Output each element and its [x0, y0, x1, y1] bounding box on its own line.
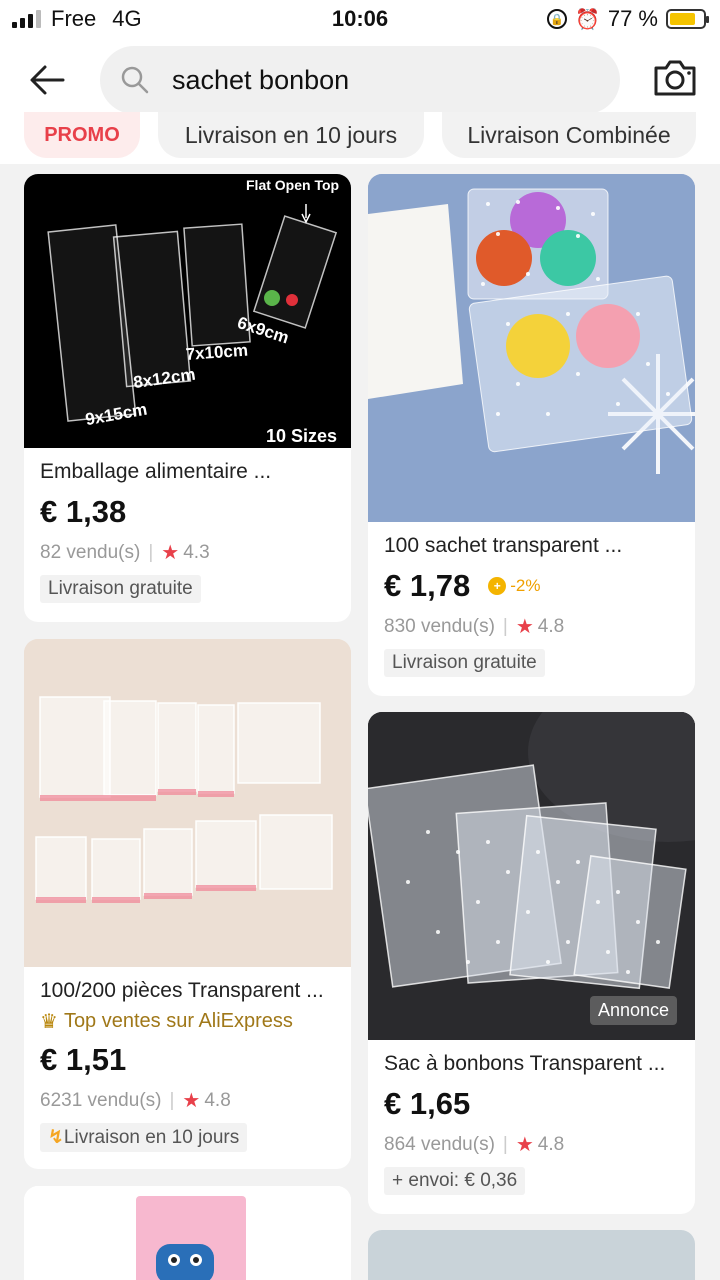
star-icon: ★	[161, 542, 180, 564]
star-icon: ★	[515, 616, 534, 638]
coin-discount: + -2%	[488, 576, 540, 596]
product-stats: 82 vendu(s) | ★ 4.3	[40, 541, 210, 565]
rating: 4.3	[183, 541, 210, 563]
search-header: sachet bonbon	[0, 40, 720, 122]
product-price: € 1,51	[40, 1042, 127, 1077]
product-price: € 1,65	[384, 1086, 471, 1121]
filter-bar: PROMO Livraison en 10 jours Livraison Co…	[0, 112, 720, 164]
product-price: € 1,38	[40, 494, 127, 529]
product-image: Flat Open Top 6x9cm 7x10cm 8x12cm 9x15cm…	[24, 174, 351, 448]
sold-count: 864 vendu(s)	[384, 1133, 495, 1155]
rating: 4.8	[537, 1133, 565, 1155]
battery-icon	[666, 9, 709, 29]
product-image	[368, 1230, 695, 1280]
filter-chip-combined-delivery[interactable]: Livraison Combinée	[442, 112, 696, 158]
search-icon	[121, 66, 149, 94]
product-stats: 830 vendu(s) | ★ 4.8	[384, 615, 565, 639]
product-image	[368, 712, 695, 1040]
sold-count: 6231 vendu(s)	[40, 1089, 162, 1111]
product-card[interactable]	[24, 1186, 351, 1280]
sold-count: 830 vendu(s)	[384, 615, 495, 637]
coin-icon: +	[488, 577, 507, 595]
product-image	[368, 174, 695, 522]
sold-count: 82 vendu(s)	[40, 541, 141, 563]
product-price: € 1,78 + -2%	[384, 568, 541, 603]
search-query-text: sachet bonbon	[172, 64, 350, 95]
status-bar: Free 4G 10:06 🔒 ⏰ 77 %	[0, 0, 720, 40]
rating: 4.8	[537, 615, 565, 637]
crown-icon: ♛	[40, 1011, 58, 1033]
product-title: 100 sachet transparent ...	[384, 534, 623, 557]
alarm-icon: ⏰	[574, 8, 600, 31]
shipping-tag: Livraison gratuite	[40, 575, 201, 603]
ad-label: Annonce	[589, 996, 677, 1025]
product-image	[24, 639, 351, 967]
shipping-tag: ↯Livraison en 10 jours	[40, 1123, 248, 1152]
filter-chip-promo[interactable]: PROMO	[24, 112, 140, 158]
battery-percent: 77 %	[607, 6, 658, 31]
product-card[interactable]: Flat Open Top 6x9cm 7x10cm 8x12cm 9x15cm…	[24, 174, 351, 622]
shipping-tag: Livraison gratuite	[384, 649, 545, 677]
product-title: Sac à bonbons Transparent ...	[384, 1052, 666, 1075]
back-arrow-icon[interactable]	[22, 58, 72, 102]
rotation-lock-icon: 🔒	[546, 9, 567, 29]
product-card[interactable]: Annonce Sac à bonbons Transparent ... € …	[368, 712, 695, 1214]
product-stats: 6231 vendu(s) | ★ 4.8	[40, 1089, 231, 1113]
search-input[interactable]: sachet bonbon	[100, 46, 620, 114]
rating: 4.8	[204, 1089, 231, 1111]
camera-icon[interactable]	[652, 58, 698, 102]
image-caption-flat-open-top: Flat Open Top	[246, 177, 339, 193]
product-card[interactable]: 100 sachet transparent ... € 1,78 + -2% 8…	[368, 174, 695, 696]
product-image	[24, 1186, 351, 1280]
product-title: Emballage alimentaire ...	[40, 460, 272, 483]
star-icon: ★	[182, 1090, 201, 1112]
image-caption-sizes: 10 Sizes	[266, 426, 337, 446]
fast-delivery-icon: ↯	[48, 1127, 64, 1148]
product-card[interactable]	[368, 1230, 695, 1280]
star-icon: ★	[515, 1134, 534, 1156]
product-title: 100/200 pièces Transparent ...	[40, 979, 324, 1002]
top-sales-badge: ♛ Top ventes sur AliExpress	[40, 1010, 293, 1033]
product-card[interactable]: 100/200 pièces Transparent ... ♛ Top ven…	[24, 639, 351, 1169]
product-stats: 864 vendu(s) | ★ 4.8	[384, 1133, 565, 1157]
filter-chip-delivery-10-days[interactable]: Livraison en 10 jours	[158, 112, 424, 158]
svg-text:7x10cm: 7x10cm	[185, 341, 249, 364]
shipping-cost-tag: + envoi: € 0,36	[384, 1167, 526, 1195]
